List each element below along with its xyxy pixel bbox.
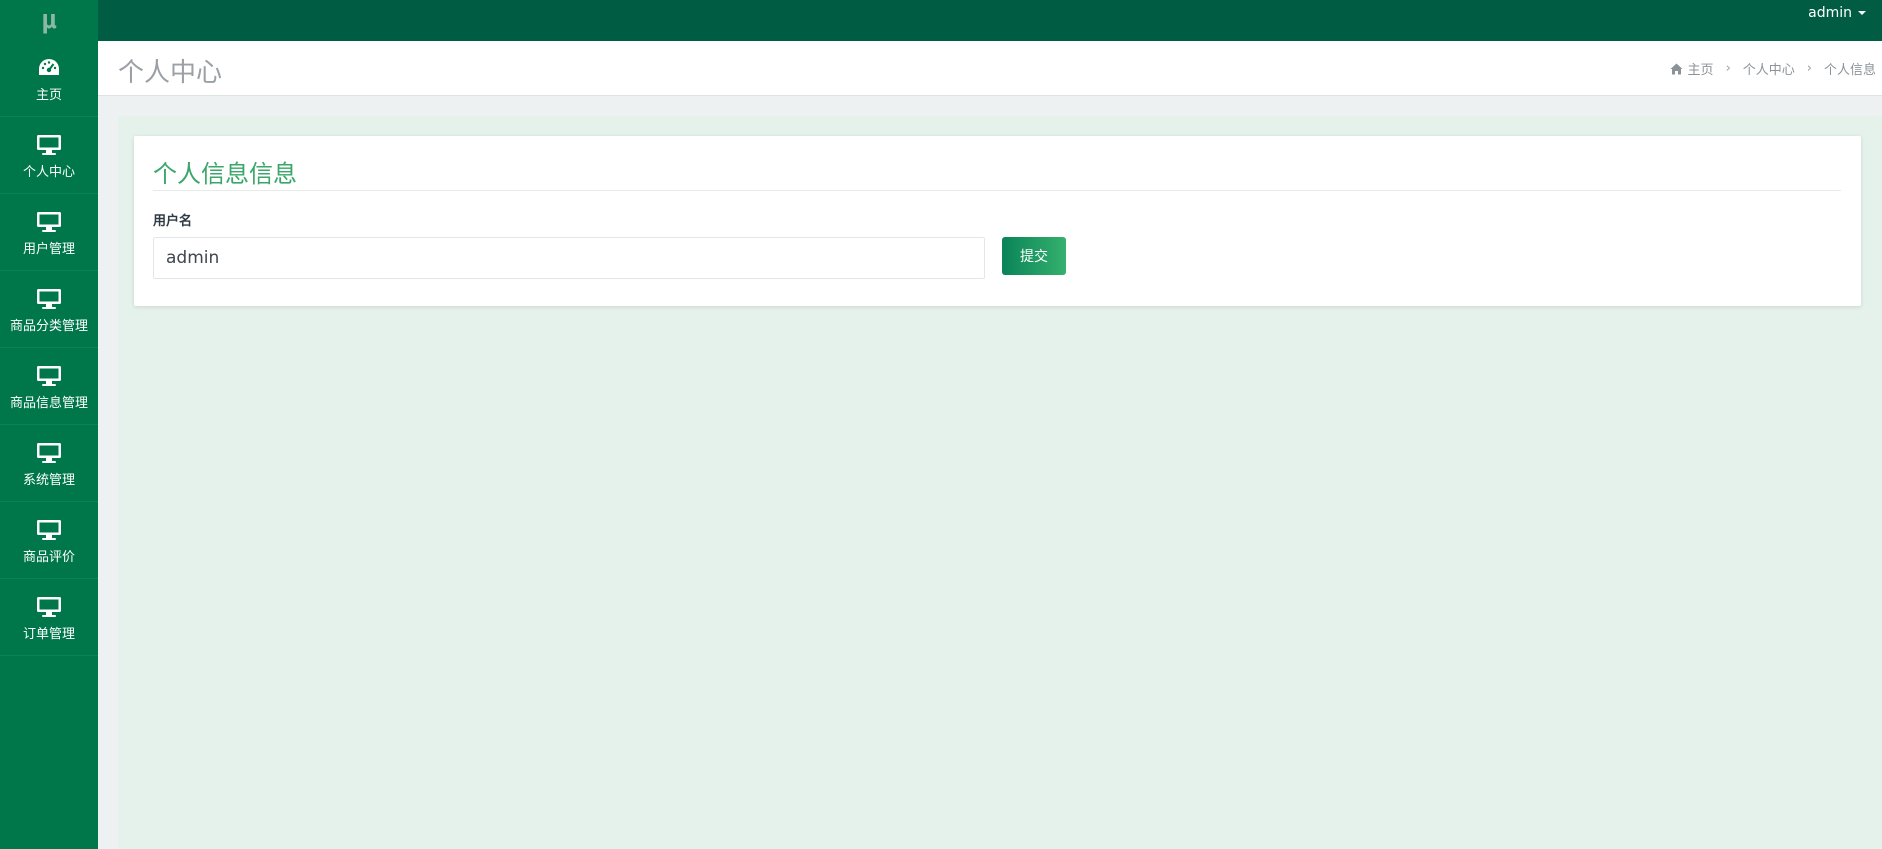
logo[interactable]: μ xyxy=(0,0,98,40)
page-header: 个人中心 主页 › 个人中心 › 个人信息 xyxy=(98,41,1882,96)
sidebar-item-label: 用户管理 xyxy=(22,242,75,257)
profile-card: 个人信息信息 用户名 提交 xyxy=(134,136,1861,306)
username-label: 用户名 xyxy=(153,214,193,229)
monitor-icon xyxy=(35,362,63,390)
sidebar-item-profile[interactable]: 个人中心 xyxy=(0,117,98,194)
home-icon xyxy=(1670,63,1683,75)
sidebar-item-label: 系统管理 xyxy=(22,473,75,488)
sidebar-item-label: 商品分类管理 xyxy=(9,319,88,334)
chevron-right-icon: › xyxy=(1806,61,1812,76)
sidebar: μ 主页 个人中心 用户管理 商品分类管理 商品信息管理 系统管理 商品评价 订… xyxy=(0,0,98,849)
monitor-icon xyxy=(35,439,63,467)
breadcrumb-profile[interactable]: 个人中心 xyxy=(1743,59,1795,78)
sidebar-item-orders[interactable]: 订单管理 xyxy=(0,579,98,656)
sidebar-item-system[interactable]: 系统管理 xyxy=(0,425,98,502)
content-area: 个人信息信息 用户名 提交 xyxy=(98,96,1882,849)
divider xyxy=(153,190,1841,191)
card-title: 个人信息信息 xyxy=(153,160,297,188)
breadcrumb-home[interactable]: 主页 xyxy=(1688,59,1714,78)
caret-down-icon xyxy=(1858,11,1866,15)
user-menu[interactable]: admin xyxy=(1808,5,1866,21)
topbar: admin xyxy=(98,0,1882,41)
sidebar-item-users[interactable]: 用户管理 xyxy=(0,194,98,271)
chevron-right-icon: › xyxy=(1725,61,1731,76)
content-panel: 个人信息信息 用户名 提交 xyxy=(118,116,1882,849)
sidebar-item-reviews[interactable]: 商品评价 xyxy=(0,502,98,579)
monitor-icon xyxy=(35,208,63,236)
sidebar-item-home[interactable]: 主页 xyxy=(0,40,98,117)
breadcrumb-current: 个人信息 xyxy=(1823,63,1876,78)
sidebar-item-label: 主页 xyxy=(35,88,62,103)
monitor-icon xyxy=(35,131,63,159)
sidebar-item-label: 商品信息管理 xyxy=(9,396,88,411)
sidebar-item-category[interactable]: 商品分类管理 xyxy=(0,271,98,348)
breadcrumb: 主页 › 个人中心 › 个人信息 xyxy=(1670,59,1876,78)
monitor-icon xyxy=(35,593,63,621)
username-input[interactable] xyxy=(153,237,985,279)
monitor-icon xyxy=(35,285,63,313)
sidebar-item-label: 个人中心 xyxy=(22,165,75,180)
sidebar-item-label: 订单管理 xyxy=(22,627,75,642)
dashboard-icon xyxy=(35,54,63,82)
sidebar-item-product[interactable]: 商品信息管理 xyxy=(0,348,98,425)
user-name: admin xyxy=(1808,5,1852,21)
page-title: 个人中心 xyxy=(118,58,223,88)
submit-button[interactable]: 提交 xyxy=(1002,237,1066,275)
monitor-icon xyxy=(35,516,63,544)
sidebar-item-label: 商品评价 xyxy=(22,550,75,565)
